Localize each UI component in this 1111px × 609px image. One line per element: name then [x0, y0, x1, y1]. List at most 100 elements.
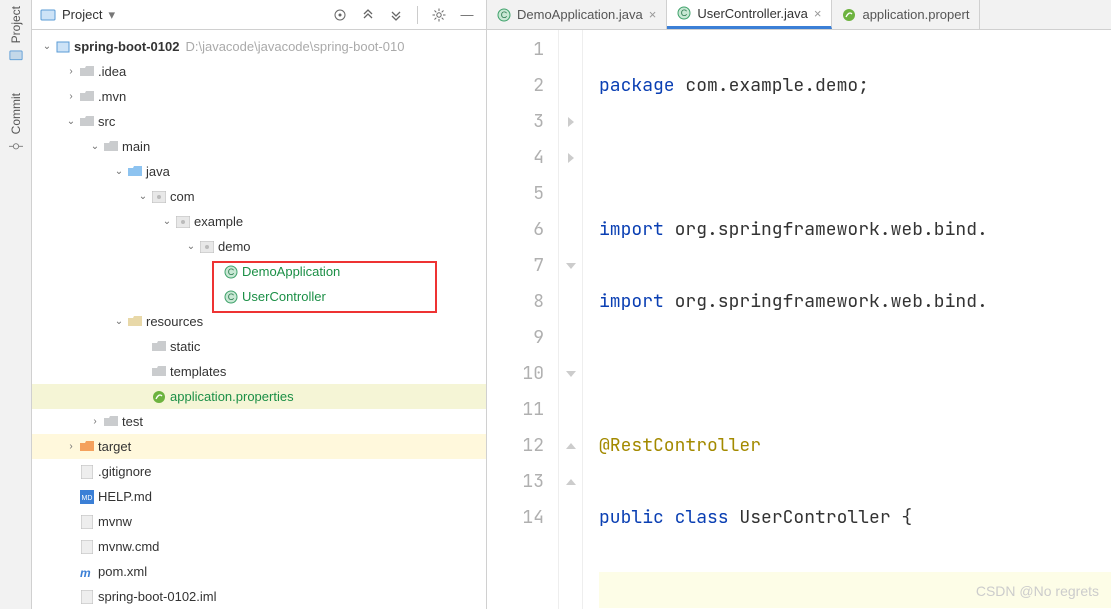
maven-icon: m: [78, 565, 96, 579]
chevron-down-icon[interactable]: ⌄: [40, 41, 54, 52]
source-folder-icon: [126, 166, 144, 178]
svg-text:MD: MD: [82, 495, 93, 502]
editor-tab-bar: C DemoApplication.java × C UserControlle…: [487, 0, 1111, 30]
chevron-down-icon[interactable]: ⌄: [88, 141, 102, 152]
toolstrip-project-label: Project: [9, 6, 23, 43]
left-tool-strip: Project Commit: [0, 0, 32, 609]
fold-marker-icon[interactable]: [559, 104, 582, 140]
tab-userctrl[interactable]: C UserController.java ×: [667, 0, 832, 29]
svg-text:C: C: [228, 292, 235, 302]
fold-open-icon[interactable]: [559, 356, 582, 392]
code-editor[interactable]: 1 2 3 4 5 6 7 8 9 10 11 12 13 14: [487, 30, 1111, 609]
commit-icon: [8, 139, 24, 155]
tree-node-demo[interactable]: ⌄demo: [32, 234, 486, 259]
tree-node-resources[interactable]: ⌄resources: [32, 309, 486, 334]
toolstrip-commit-label: Commit: [9, 93, 23, 134]
tree-node-example[interactable]: ⌄example: [32, 209, 486, 234]
chevron-down-icon[interactable]: ⌄: [136, 191, 150, 202]
close-icon[interactable]: ×: [649, 7, 657, 22]
tree-node-test[interactable]: ›test: [32, 409, 486, 434]
fold-close-icon[interactable]: [559, 428, 582, 464]
svg-text:m: m: [80, 566, 91, 579]
project-header-title: Project: [62, 7, 102, 22]
marker-column: [559, 30, 583, 609]
target-folder-icon: [78, 441, 96, 453]
tree-root[interactable]: ⌄ spring-boot-0102 D:\javacode\javacode\…: [32, 34, 486, 59]
toolstrip-commit[interactable]: Commit: [8, 93, 24, 154]
file-icon: [78, 540, 96, 554]
tree-node-mvnwcmd[interactable]: mvnw.cmd: [32, 534, 486, 559]
tree-node-templates[interactable]: templates: [32, 359, 486, 384]
tree-node-appprops[interactable]: application.properties: [32, 384, 486, 409]
tab-label: UserController.java: [697, 6, 808, 21]
folder-icon: [102, 141, 120, 153]
package-icon: [198, 241, 216, 253]
fold-close-icon[interactable]: [559, 464, 582, 500]
gutter: 1 2 3 4 5 6 7 8 9 10 11 12 13 14: [487, 30, 559, 609]
tree-node-java[interactable]: ⌄java: [32, 159, 486, 184]
svg-text:C: C: [501, 10, 508, 20]
tree-node-com[interactable]: ⌄com: [32, 184, 486, 209]
folder-icon: [78, 116, 96, 128]
project-panel: Project ▾ — ⌄ spring-boot-0102 D:\javaco…: [32, 0, 487, 609]
tree-node-userctrl[interactable]: CUserController: [32, 284, 486, 309]
tab-label: application.propert: [862, 7, 969, 22]
chevron-right-icon[interactable]: ›: [88, 416, 102, 427]
md-file-icon: MD: [78, 490, 96, 504]
tab-appprops[interactable]: application.propert: [832, 0, 980, 29]
close-icon[interactable]: ×: [814, 6, 822, 21]
tree-node-static[interactable]: static: [32, 334, 486, 359]
hide-panel-button[interactable]: —: [456, 4, 478, 26]
fold-open-icon[interactable]: [559, 248, 582, 284]
module-icon: [54, 40, 72, 54]
chevron-down-icon[interactable]: ⌄: [160, 216, 174, 227]
toolstrip-project[interactable]: Project: [8, 6, 24, 63]
file-icon: [78, 590, 96, 604]
spring-icon: [842, 8, 856, 22]
chevron-down-icon[interactable]: ⌄: [184, 241, 198, 252]
package-icon: [174, 216, 192, 228]
folder-icon: [102, 416, 120, 428]
tab-label: DemoApplication.java: [517, 7, 643, 22]
tree-node-src[interactable]: ⌄src: [32, 109, 486, 134]
file-icon: [78, 465, 96, 479]
tree-node-help[interactable]: MDHELP.md: [32, 484, 486, 509]
project-tree[interactable]: ⌄ spring-boot-0102 D:\javacode\javacode\…: [32, 30, 486, 609]
svg-text:C: C: [681, 8, 688, 18]
project-icon: [8, 47, 24, 63]
folder-icon: [150, 341, 168, 353]
project-panel-header: Project ▾ —: [32, 0, 486, 30]
chevron-right-icon[interactable]: ›: [64, 91, 78, 102]
chevron-down-icon[interactable]: ▾: [108, 7, 115, 23]
class-icon: C: [497, 8, 511, 22]
tree-node-idea[interactable]: ›.idea: [32, 59, 486, 84]
editor-area: C DemoApplication.java × C UserControlle…: [487, 0, 1111, 609]
tree-node-main[interactable]: ⌄main: [32, 134, 486, 159]
code-content[interactable]: package com.example.demo; import org.spr…: [583, 30, 1111, 609]
gear-icon[interactable]: [428, 4, 450, 26]
folder-icon: [150, 366, 168, 378]
tree-node-mvn[interactable]: ›.mvn: [32, 84, 486, 109]
tree-node-pom[interactable]: mpom.xml: [32, 559, 486, 584]
chevron-down-icon[interactable]: ⌄: [112, 316, 126, 327]
file-icon: [78, 515, 96, 529]
chevron-right-icon[interactable]: ›: [64, 66, 78, 77]
svg-text:C: C: [228, 267, 235, 277]
collapse-all-button[interactable]: [385, 4, 407, 26]
tree-node-mvnw[interactable]: mvnw: [32, 509, 486, 534]
class-icon: C: [222, 290, 240, 304]
locate-button[interactable]: [329, 4, 351, 26]
tree-node-target[interactable]: ›target: [32, 434, 486, 459]
tree-node-demoapp[interactable]: CDemoApplication: [32, 259, 486, 284]
spring-icon: [150, 390, 168, 404]
tab-demoapp[interactable]: C DemoApplication.java ×: [487, 0, 667, 29]
chevron-down-icon[interactable]: ⌄: [112, 166, 126, 177]
expand-all-button[interactable]: [357, 4, 379, 26]
chevron-right-icon[interactable]: ›: [64, 441, 78, 452]
tree-node-gitignore[interactable]: .gitignore: [32, 459, 486, 484]
folder-icon: [78, 66, 96, 78]
chevron-down-icon[interactable]: ⌄: [64, 116, 78, 127]
package-icon: [150, 191, 168, 203]
tree-node-iml[interactable]: spring-boot-0102.iml: [32, 584, 486, 609]
fold-marker-icon[interactable]: [559, 140, 582, 176]
